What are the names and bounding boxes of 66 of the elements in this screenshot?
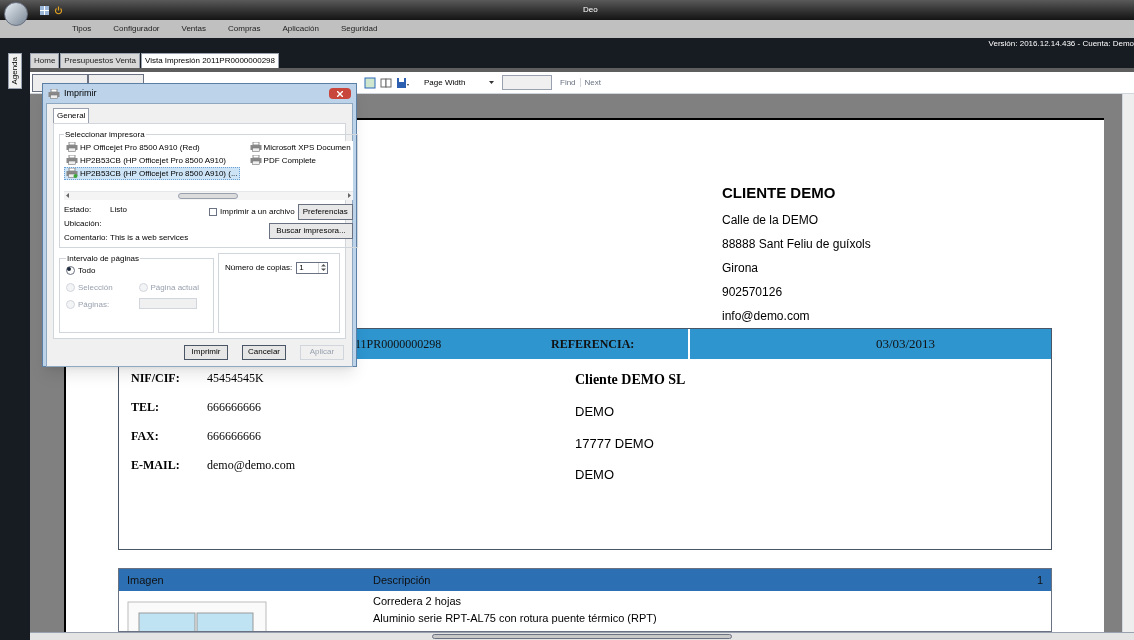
company-detail: info@demo.com <box>722 307 811 325</box>
printer-list[interactable]: HP Officejet Pro 8500 A910 (Red) HP2B53CB (HP Officejet Pro 8500 A910) HP2B53CB (HP Officejet Pro 8500 A910) (... Microsoft XPS Documen PDF Complete <box>64 140 353 191</box>
item-description: Corredera 2 hojas <box>373 594 463 609</box>
copies-spinner[interactable]: 1 <box>296 261 329 274</box>
general-tab[interactable]: General <box>53 107 90 123</box>
printer-item[interactable]: HP Officejet Pro 8500 A910 (Red) <box>64 140 240 154</box>
version-label: Versión: 2016.12.14.436 - Cuenta: Demo <box>988 38 1134 50</box>
copies-label: Número de copias: <box>225 261 293 274</box>
checkbox-label: Imprimir a un archivo <box>220 205 295 218</box>
find-link[interactable]: Find <box>560 76 576 89</box>
menu-item[interactable]: Compras <box>228 23 261 35</box>
column-header: Imagen <box>127 572 165 588</box>
client-detail: 17777 DEMO <box>575 434 655 453</box>
menu-item[interactable]: Seguridad <box>340 23 378 35</box>
contact-label: E-MAIL: <box>131 457 181 474</box>
menu-item[interactable]: Tipos <box>72 23 92 35</box>
printer-item[interactable]: HP2B53CB (HP Officejet Pro 8500 A910) (... <box>64 166 240 180</box>
menu-item[interactable]: Ventas <box>181 23 206 35</box>
dialog-button[interactable]: Imprimir <box>184 344 228 360</box>
window-title: Deo <box>583 4 598 16</box>
column-header: 1 <box>1036 572 1043 588</box>
printer-item[interactable]: HP2B53CB (HP Officejet Pro 8500 A910) <box>64 153 240 167</box>
contact-value: 45454545K <box>207 370 265 387</box>
item-description: Aluminio serie RPT-AL75 con rotura puente térmico (RPT) <box>373 610 657 626</box>
document-number: 11PR0000000298 <box>355 336 443 353</box>
info-value: This is a web services <box>110 231 190 244</box>
menu-item[interactable]: Aplicación <box>282 23 319 35</box>
client-name: Cliente DEMO SL <box>575 371 686 389</box>
contact-label: NIF/CIF: <box>131 370 181 387</box>
agenda-side-tab[interactable]: Agenda <box>8 53 22 89</box>
radio-label: Páginas: <box>78 298 110 311</box>
dialog-button[interactable]: Cancelar <box>242 344 286 360</box>
contact-label: TEL: <box>131 399 160 416</box>
group-label: Intervalo de páginas <box>66 252 141 265</box>
client-detail: DEMO <box>575 466 615 484</box>
printer-item[interactable]: PDF Complete <box>247 153 353 167</box>
document-tab[interactable]: Presupuestos Venta <box>60 53 140 68</box>
contact-value: 666666666 <box>207 399 262 416</box>
company-detail: 88888 Sant Feliu de guíxols <box>722 235 872 253</box>
find-printer-button[interactable]: Buscar impresora... <box>269 222 353 239</box>
company-detail: Girona <box>722 259 760 277</box>
contact-value: demo@demo.com <box>207 457 297 474</box>
contact-value: 666666666 <box>207 428 262 445</box>
document-date: 03/03/2013 <box>874 335 937 354</box>
radio-label: Selección <box>78 281 113 294</box>
info-value: Listo <box>110 203 128 216</box>
next-link[interactable]: Next <box>584 76 601 89</box>
dialog-title: Imprimir <box>64 87 97 100</box>
client-detail: DEMO <box>575 403 615 421</box>
company-detail: Calle de la DEMO <box>722 211 820 229</box>
column-header: Descripción <box>373 572 432 588</box>
info-label: Comentario: <box>64 231 109 244</box>
info-label: Ubicación: <box>64 217 103 230</box>
printer-item[interactable]: Microsoft XPS Documen <box>247 140 353 154</box>
company-detail: 902570126 <box>722 283 784 301</box>
document-tab[interactable]: Home <box>30 53 60 68</box>
contact-label: FAX: <box>131 428 160 445</box>
menu-item[interactable]: Configurador <box>113 23 160 35</box>
preferences-button[interactable]: Preferencias <box>297 203 353 220</box>
company-name: CLIENTE DEMO <box>722 183 837 203</box>
radio-label: Todo <box>78 264 96 277</box>
document-tab[interactable]: Vista Impresión 2011PR0000000298 <box>140 53 279 68</box>
group-label: Seleccionar impresora <box>64 128 146 141</box>
reference-label: REFERENCIA: <box>551 336 636 353</box>
info-label: Estado: <box>64 203 93 216</box>
radio-label: Página actual <box>150 281 199 294</box>
